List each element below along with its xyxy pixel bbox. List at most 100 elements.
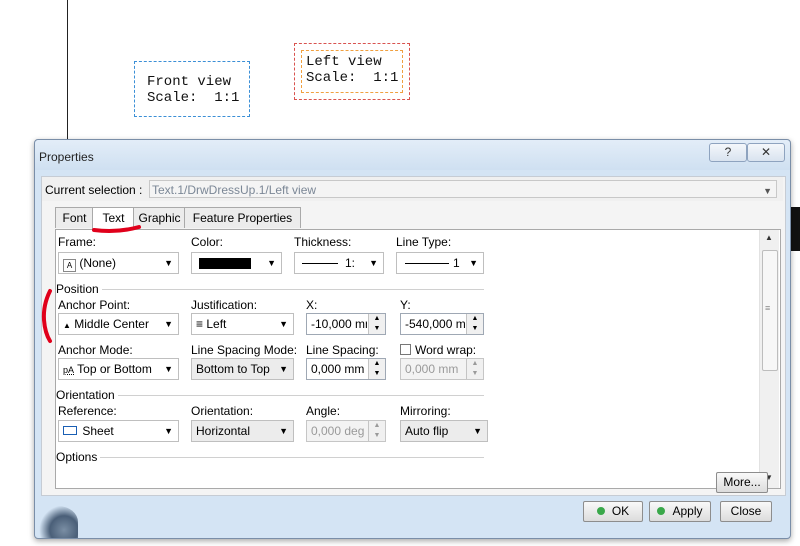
sheet-icon (63, 426, 77, 435)
justification-value: Left (206, 317, 227, 331)
thickness-line-icon (302, 263, 338, 264)
spin-arrows-icon[interactable]: ▲ ▼ (466, 314, 483, 334)
tab-font[interactable]: Font (55, 207, 94, 228)
y-spinner[interactable]: -540,000 mm ▲▼ (400, 313, 484, 335)
color-swatch (199, 258, 251, 269)
color-combo[interactable]: ▼ (191, 252, 282, 274)
current-selection-combo[interactable]: Text.1/DrwDressUp.1/Left view ▼ (149, 180, 777, 198)
line-type-value: 1 (453, 256, 460, 270)
line-spacing-mode-combo[interactable]: Bottom to Top ▼ (191, 358, 294, 380)
chevron-down-icon: ▼ (279, 426, 288, 436)
word-wrap-width-value: 0,000 mm (405, 362, 459, 376)
current-selection-label: Current selection : (45, 183, 143, 197)
apply-button[interactable]: Apply (649, 501, 711, 522)
chevron-down-icon: ▼ (279, 364, 288, 374)
angle-value: 0,000 deg (311, 424, 365, 438)
more-button[interactable]: More... (716, 472, 768, 493)
current-selection-value: Text.1/DrwDressUp.1/Left view (152, 183, 317, 197)
spin-arrows-icon: ▲ ▼ (368, 421, 385, 441)
chevron-down-icon: ▼ (763, 186, 772, 196)
section-divider (56, 395, 484, 396)
align-left-icon: ≡ (196, 317, 204, 331)
chevron-down-icon: ▼ (164, 319, 173, 329)
spin-arrows-icon[interactable]: ▲ ▼ (368, 314, 385, 334)
anchor-point-combo[interactable]: ▲ Middle Center ▼ (58, 313, 179, 335)
line-spacing-value: 0,000 mm (311, 362, 365, 376)
anchor-mode-value: Top or Bottom (77, 362, 152, 376)
thickness-value: 1: (345, 256, 356, 270)
justification-combo[interactable]: ≡ Left ▼ (191, 313, 294, 335)
options-section-label: Options (56, 450, 101, 464)
thickness-combo[interactable]: 1: ▼ (294, 252, 384, 274)
apply-dot-icon (657, 507, 666, 515)
word-wrap-checkbox[interactable] (400, 344, 411, 355)
frame-combo[interactable]: A (None) ▼ (58, 252, 179, 274)
dialog-content: Current selection : Text.1/DrwDressUp.1/… (41, 176, 786, 496)
line-spacing-mode-label: Line Spacing Mode: (191, 343, 298, 357)
thickness-label: Thickness: (294, 235, 352, 249)
tab-text[interactable]: Text (92, 207, 135, 230)
front-view-frame[interactable]: Front view Scale: 1:1 (134, 61, 250, 117)
y-label: Y: (400, 298, 411, 312)
options-section-header: Options (56, 450, 486, 464)
tab-feature-properties[interactable]: Feature Properties (184, 207, 301, 228)
line-spacing-spinner[interactable]: 0,000 mm ▲ ▼ (306, 358, 386, 380)
anchor-point-icon: ▲ (63, 321, 71, 330)
orientation-section-label: Orientation (56, 388, 118, 402)
app-compass-icon (38, 506, 78, 538)
chevron-down-icon: ▼ (267, 258, 276, 268)
anchor-point-value: Middle Center (74, 317, 149, 331)
spin-arrows-icon: ▲ ▼ (466, 359, 483, 379)
front-view-text: Front view Scale: 1:1 (147, 74, 240, 106)
chevron-down-icon: ▼ (469, 258, 478, 268)
reference-label: Reference: (58, 404, 117, 418)
frame-label: Frame: (58, 235, 97, 249)
section-divider (56, 289, 484, 290)
side-toolbar-edge (790, 207, 800, 251)
chevron-down-icon: ▼ (473, 426, 482, 436)
chevron-down-icon: ▼ (164, 258, 173, 268)
tab-graphic[interactable]: Graphic (133, 207, 186, 228)
scroll-up-icon[interactable]: ▲ (765, 233, 773, 242)
word-wrap-label: Word wrap: (400, 343, 476, 357)
dialog-title: Properties (39, 150, 94, 164)
orientation-combo[interactable]: Horizontal ▼ (191, 420, 294, 442)
frame-value: (None) (79, 256, 117, 270)
dialog-titlebar[interactable]: Properties ? ✕ (35, 140, 790, 170)
orientation-section-header: Orientation (56, 388, 486, 402)
mirroring-value: Auto flip (405, 424, 449, 438)
angle-spinner: 0,000 deg ▲ ▼ (306, 420, 386, 442)
scroll-grip-icon: ≡ (765, 303, 771, 313)
chevron-down-icon: ▼ (164, 426, 173, 436)
orientation-value: Horizontal (196, 424, 251, 438)
mirroring-combo[interactable]: Auto flip ▼ (400, 420, 488, 442)
line-type-line-icon (405, 263, 449, 264)
line-type-label: Line Type: (396, 235, 452, 249)
properties-dialog: Properties ? ✕ Current selection : Text.… (34, 139, 791, 539)
left-view-text: Left view Scale: 1:1 (306, 54, 399, 86)
close-button[interactable]: Close (720, 501, 772, 522)
color-label: Color: (191, 235, 224, 249)
word-wrap-width-spinner: 0,000 mm ▲ ▼ (400, 358, 484, 380)
help-button[interactable]: ? (709, 143, 747, 162)
dialog-close-icon[interactable]: ✕ (747, 143, 785, 162)
left-view-frame[interactable]: Left view Scale: 1:1 (294, 43, 410, 100)
position-section-header: Position (56, 282, 486, 296)
chevron-down-icon: ▼ (164, 364, 173, 374)
mirroring-label: Mirroring: (400, 404, 451, 418)
x-spinner[interactable]: -10,000 mm ▲▼ (306, 313, 386, 335)
reference-value: Sheet (82, 424, 114, 438)
anchor-mode-label: Anchor Mode: (58, 343, 133, 357)
reference-combo[interactable]: Sheet ▼ (58, 420, 179, 442)
x-label: X: (306, 298, 318, 312)
position-section-label: Position (56, 282, 102, 296)
anchor-mode-combo[interactable]: pA Top or Bottom ▼ (58, 358, 179, 380)
y-value: -540,000 mm (405, 317, 465, 331)
ok-button[interactable]: OK (583, 501, 643, 522)
justification-label: Justification: (191, 298, 258, 312)
orientation-label: Orientation: (191, 404, 254, 418)
line-type-combo[interactable]: 1 ▼ (396, 252, 484, 274)
spin-arrows-icon[interactable]: ▲ ▼ (368, 359, 385, 379)
anchor-mode-icon: pA (63, 365, 75, 375)
panel-scrollbar[interactable]: ▲ ≡ ▼ (759, 230, 779, 488)
